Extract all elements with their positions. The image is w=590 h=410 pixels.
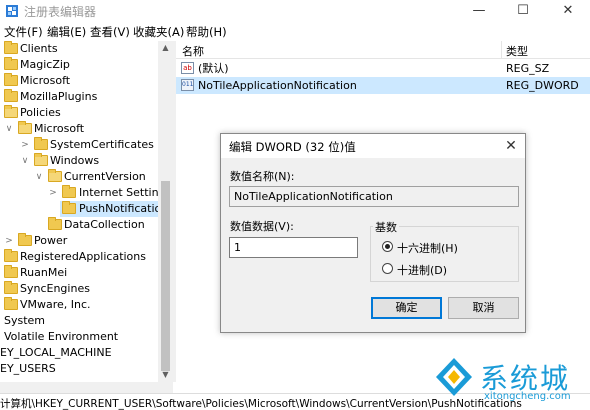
column-header-name[interactable]: 名称 (182, 43, 204, 59)
tree-item-syncengines[interactable]: SyncEngines (0, 281, 158, 297)
folder-icon (4, 249, 18, 262)
list-header: 名称 类型 (176, 41, 590, 59)
scrollbar-thumb[interactable] (161, 181, 170, 371)
tree-item-systemcertificates[interactable]: > SystemCertificates (0, 137, 158, 153)
tree-item-policies[interactable]: Policies (0, 105, 158, 121)
value-name: NoTileApplicationNotification (198, 79, 357, 92)
tree-item-registeredapplications[interactable]: RegisteredApplications (0, 249, 158, 265)
radio-hex-label[interactable]: 十六进制(H) (397, 240, 458, 256)
tree-item-system[interactable]: System (0, 313, 158, 329)
regedit-app-icon (6, 5, 18, 17)
value-type: REG_SZ (506, 62, 550, 75)
chevron-right-icon[interactable]: > (48, 185, 58, 201)
binary-value-icon: 011 (181, 79, 194, 91)
tree-item-hkey-local-machine[interactable]: EY_LOCAL_MACHINE (0, 345, 158, 361)
chevron-down-icon[interactable]: ∨ (4, 121, 14, 137)
tree-horizontal-scrollbar[interactable] (0, 382, 173, 393)
watermark-logo-icon (436, 358, 472, 396)
folder-icon (4, 297, 18, 310)
folder-icon (34, 137, 48, 150)
watermark: 系统城 xitongcheng.com (432, 355, 590, 407)
chevron-down-icon[interactable]: ∨ (34, 169, 44, 185)
tree-item-power[interactable]: > Power (0, 233, 158, 249)
folder-icon (62, 185, 76, 198)
folder-open-icon (34, 153, 48, 166)
menu-help[interactable]: 帮助(H) (186, 24, 227, 40)
value-name: (默认) (198, 62, 229, 75)
menu-favorites[interactable]: 收藏夹(A) (133, 24, 184, 40)
radio-decimal[interactable] (382, 263, 393, 274)
folder-icon (48, 217, 62, 230)
tree-vertical-scrollbar[interactable]: ▲ ▼ (158, 41, 173, 382)
tree-item-pushnotifications[interactable]: PushNotifications (60, 201, 158, 217)
title-bar: 注册表编辑器 — ☐ ✕ (0, 0, 590, 22)
folder-icon (4, 57, 18, 70)
menu-view[interactable]: 查看(V) (90, 24, 130, 40)
tree-item-clients[interactable]: Clients (0, 41, 158, 57)
folder-icon (4, 89, 18, 102)
value-row-notileapplicationnotification[interactable]: 011 NoTileApplicationNotification REG_DW… (176, 77, 590, 94)
edit-dword-dialog: 编辑 DWORD (32 位)值 ✕ 数值名称(N): NoTileApplic… (220, 133, 526, 333)
tree-item-datacollection[interactable]: DataCollection (0, 217, 158, 233)
scroll-up-icon[interactable]: ▲ (158, 41, 173, 55)
folder-icon (4, 265, 18, 278)
cancel-button[interactable]: 取消 (448, 297, 519, 319)
chevron-down-icon[interactable]: ∨ (20, 153, 30, 169)
ok-button[interactable]: 确定 (371, 297, 442, 319)
folder-icon (62, 201, 76, 214)
window-title: 注册表编辑器 (24, 5, 97, 19)
column-divider[interactable] (501, 41, 502, 59)
base-group-title: 基数 (373, 219, 399, 235)
tree-item-vmware[interactable]: VMware, Inc. (0, 297, 158, 313)
folder-open-icon (18, 121, 32, 134)
tree-item-hkey-users[interactable]: EY_USERS (0, 361, 158, 377)
registry-tree: Clients MagicZip Microsoft MozillaPlugin… (0, 41, 158, 382)
scroll-down-icon[interactable]: ▼ (158, 368, 173, 382)
watermark-url: xitongcheng.com (484, 391, 571, 402)
tree-item-policies-microsoft[interactable]: ∨ Microsoft (0, 121, 158, 137)
folder-icon (18, 233, 32, 246)
maximize-button[interactable]: ☐ (501, 0, 545, 22)
chevron-right-icon[interactable]: > (4, 233, 14, 249)
tree-item-windows[interactable]: ∨ Windows (0, 153, 158, 169)
minimize-button[interactable]: — (457, 0, 501, 22)
tree-item-magiczip[interactable]: MagicZip (0, 57, 158, 73)
dialog-close-button[interactable]: ✕ (501, 136, 521, 156)
dialog-title-bar: 编辑 DWORD (32 位)值 ✕ (221, 134, 525, 158)
tree-item-currentversion[interactable]: ∨ CurrentVersion (0, 169, 158, 185)
tree-item-volatile-environment[interactable]: Volatile Environment (0, 329, 158, 345)
folder-open-icon (4, 105, 18, 118)
tree-item-mozillaplugins[interactable]: MozillaPlugins (0, 89, 158, 105)
dialog-title: 编辑 DWORD (32 位)值 (229, 140, 356, 154)
radio-hex[interactable] (382, 241, 393, 252)
menu-file[interactable]: 文件(F) (4, 24, 43, 40)
value-name-field: NoTileApplicationNotification (229, 186, 519, 207)
menu-edit[interactable]: 编辑(E) (47, 24, 86, 40)
menu-bar: 文件(F) 编辑(E) 查看(V) 收藏夹(A) 帮助(H) (0, 22, 590, 41)
folder-icon (4, 41, 18, 54)
tree-item-internet-settings[interactable]: > Internet Settings (0, 185, 158, 201)
value-data-input[interactable]: 1 (229, 237, 358, 258)
tree-item-microsoft[interactable]: Microsoft (0, 73, 158, 89)
chevron-right-icon[interactable]: > (20, 137, 30, 153)
folder-icon (4, 281, 18, 294)
close-button[interactable]: ✕ (546, 0, 590, 22)
tree-item-ruanmei[interactable]: RuanMei (0, 265, 158, 281)
folder-open-icon (48, 169, 62, 182)
value-data-label: 数值数据(V): (230, 220, 294, 233)
radio-decimal-label[interactable]: 十进制(D) (397, 262, 447, 278)
value-name-label: 数值名称(N): (230, 170, 295, 183)
value-type: REG_DWORD (506, 79, 579, 92)
string-value-icon: ab (181, 62, 194, 74)
value-row-default[interactable]: ab (默认) REG_SZ (176, 60, 590, 77)
column-header-type[interactable]: 类型 (506, 43, 528, 59)
folder-icon (4, 73, 18, 86)
